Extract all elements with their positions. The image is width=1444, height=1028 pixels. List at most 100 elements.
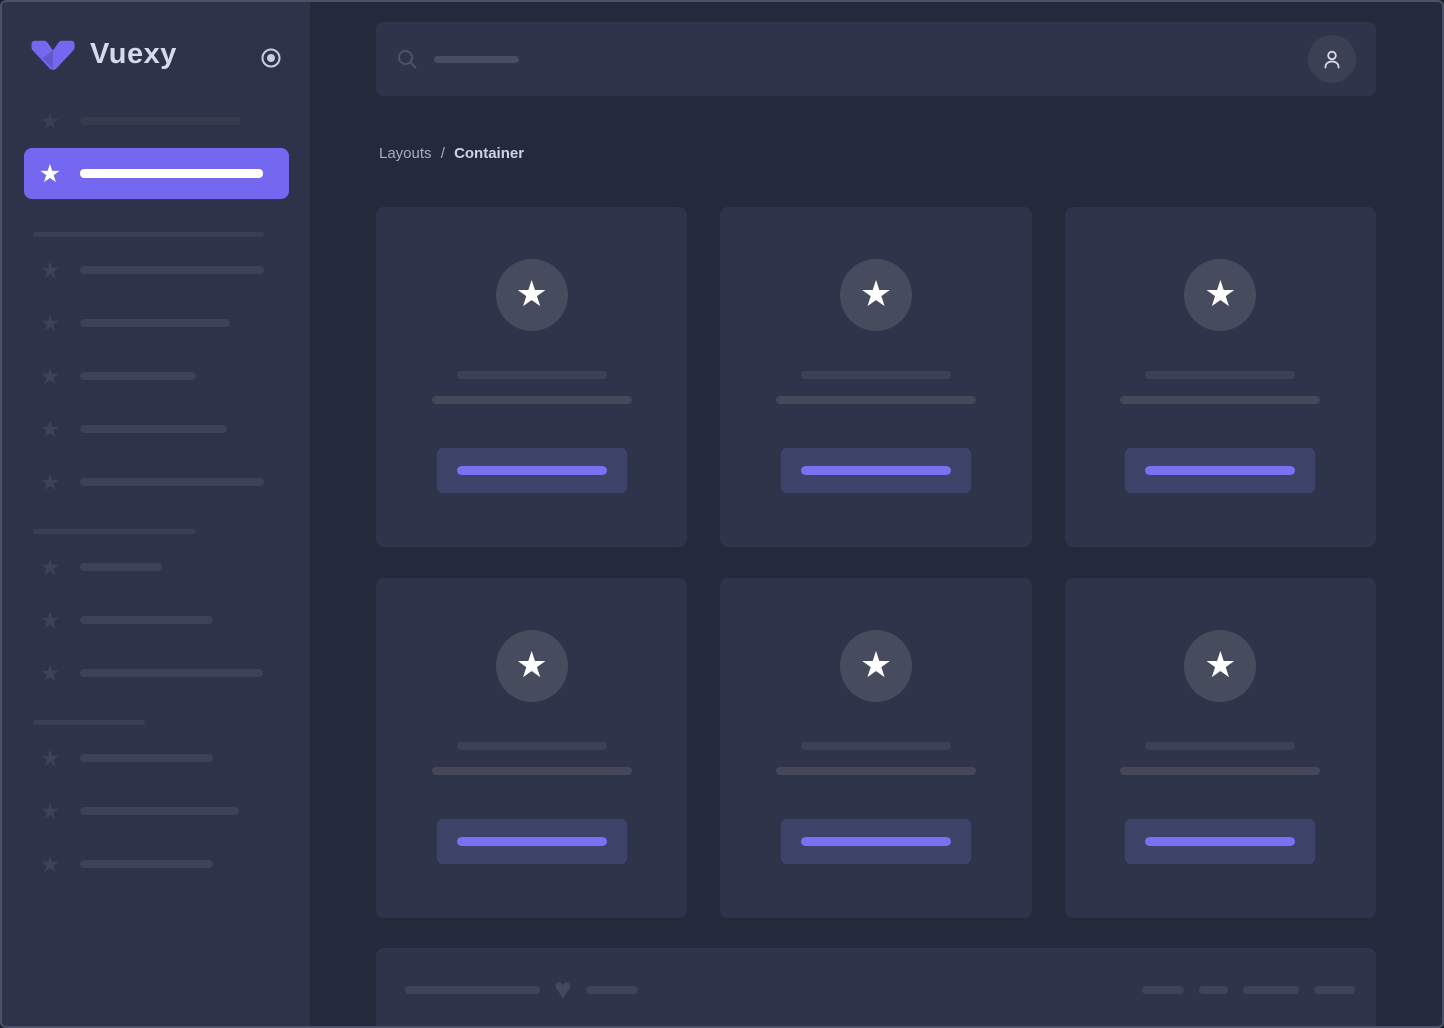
sidebar-menu-item[interactable]: ★ bbox=[24, 797, 289, 825]
card-action-button[interactable] bbox=[436, 819, 627, 864]
star-icon: ★ bbox=[39, 660, 61, 686]
user-avatar[interactable] bbox=[1308, 35, 1356, 83]
card-action-button[interactable] bbox=[436, 448, 627, 493]
footer-left: ♥ bbox=[405, 975, 638, 1005]
sidebar-menu-item[interactable]: ★ bbox=[24, 606, 289, 634]
breadcrumb-current: Container bbox=[454, 145, 525, 162]
sidebar-menu-item[interactable]: ★ bbox=[24, 468, 289, 496]
card-avatar-circle: ★ bbox=[1184, 259, 1257, 331]
placeholder-card: ★ bbox=[376, 578, 688, 918]
sidebar-menu-item[interactable]: ★ bbox=[24, 107, 289, 135]
star-icon: ★ bbox=[39, 108, 61, 134]
placeholder-card: ★ bbox=[1064, 207, 1376, 547]
star-icon: ★ bbox=[38, 159, 62, 188]
menu-label-placeholder bbox=[80, 266, 264, 274]
sidebar-section-header-placeholder bbox=[33, 529, 196, 534]
star-icon: ★ bbox=[39, 851, 61, 877]
menu-label-placeholder bbox=[80, 563, 162, 571]
star-icon: ★ bbox=[39, 798, 61, 824]
star-icon: ★ bbox=[39, 257, 61, 283]
placeholder-card: ★ bbox=[720, 207, 1032, 547]
menu-pin-toggle-icon[interactable] bbox=[260, 47, 282, 69]
sidebar-menu-item[interactable]: ★ bbox=[24, 415, 289, 443]
card-avatar-circle: ★ bbox=[839, 630, 912, 702]
sidebar: Vuexy ★ ★ ★ ★ ★ ★ ★ ★ ★ ★ ★ ★ ★ bbox=[2, 2, 310, 1026]
user-icon bbox=[1324, 50, 1340, 69]
placeholder-card: ★ bbox=[376, 207, 688, 547]
star-icon: ★ bbox=[515, 272, 548, 314]
sidebar-menu-item[interactable]: ★ bbox=[24, 850, 289, 878]
card-grid: ★ ★ ★ ★ ★ ★ bbox=[376, 207, 1376, 918]
brand-name: Vuexy bbox=[90, 38, 177, 70]
button-label-placeholder bbox=[800, 466, 951, 475]
card-title-placeholder bbox=[456, 742, 607, 750]
menu-label-placeholder bbox=[80, 669, 263, 677]
sidebar-section-header-placeholder bbox=[33, 232, 264, 237]
sidebar-menu-item[interactable]: ★ bbox=[24, 553, 289, 581]
star-icon: ★ bbox=[39, 607, 61, 633]
footer-link-placeholder bbox=[1243, 986, 1299, 994]
breadcrumb-separator: / bbox=[440, 145, 445, 162]
star-icon: ★ bbox=[39, 745, 61, 771]
card-avatar-circle: ★ bbox=[495, 630, 568, 702]
search-input[interactable] bbox=[396, 22, 1308, 96]
card-title-placeholder bbox=[800, 371, 951, 379]
card-title-placeholder bbox=[456, 371, 607, 379]
card-subtitle-placeholder bbox=[1120, 767, 1321, 775]
card-title-placeholder bbox=[1145, 742, 1296, 750]
sidebar-menu-item[interactable]: ★ bbox=[24, 148, 289, 199]
button-label-placeholder bbox=[456, 466, 607, 475]
star-icon: ★ bbox=[39, 363, 61, 389]
menu-label-placeholder bbox=[80, 319, 230, 327]
heart-icon: ♥ bbox=[554, 973, 572, 1006]
card-avatar-circle: ★ bbox=[495, 259, 568, 331]
footer-links bbox=[1142, 986, 1355, 994]
star-icon: ★ bbox=[39, 416, 61, 442]
card-subtitle-placeholder bbox=[775, 767, 976, 775]
star-icon: ★ bbox=[859, 272, 893, 314]
app-window: Vuexy ★ ★ ★ ★ ★ ★ ★ ★ ★ ★ ★ ★ ★ Layouts … bbox=[0, 0, 1444, 1028]
breadcrumb-path[interactable]: Layouts bbox=[379, 145, 432, 162]
footer-link-placeholder bbox=[1314, 986, 1355, 994]
sidebar-nav: ★ ★ ★ ★ ★ ★ ★ ★ ★ ★ ★ ★ ★ bbox=[2, 107, 310, 903]
star-icon: ★ bbox=[39, 554, 61, 580]
sidebar-menu-item[interactable]: ★ bbox=[24, 659, 289, 687]
card-action-button[interactable] bbox=[780, 819, 971, 864]
button-label-placeholder bbox=[800, 837, 951, 846]
search-placeholder bbox=[434, 55, 519, 63]
card-avatar-circle: ★ bbox=[839, 259, 912, 331]
card-subtitle-placeholder bbox=[431, 396, 632, 404]
top-bar bbox=[376, 22, 1376, 96]
card-action-button[interactable] bbox=[780, 448, 971, 493]
breadcrumb: Layouts / Container bbox=[379, 145, 524, 162]
brand: Vuexy bbox=[29, 38, 177, 71]
footer-credit-placeholder bbox=[585, 986, 638, 994]
star-icon: ★ bbox=[515, 643, 548, 685]
sidebar-menu-item[interactable]: ★ bbox=[24, 744, 289, 772]
card-action-button[interactable] bbox=[1125, 819, 1316, 864]
star-icon: ★ bbox=[1204, 272, 1237, 314]
sidebar-menu-item[interactable]: ★ bbox=[24, 309, 289, 337]
star-icon: ★ bbox=[859, 643, 893, 685]
star-icon: ★ bbox=[39, 310, 61, 336]
placeholder-card: ★ bbox=[1064, 578, 1376, 918]
footer-copyright-placeholder bbox=[405, 986, 540, 994]
menu-label-placeholder bbox=[80, 169, 263, 178]
menu-label-placeholder bbox=[80, 372, 196, 380]
card-subtitle-placeholder bbox=[775, 396, 976, 404]
footer: ♥ bbox=[376, 948, 1376, 1026]
card-action-button[interactable] bbox=[1125, 448, 1316, 493]
card-subtitle-placeholder bbox=[431, 767, 632, 775]
sidebar-menu-item[interactable]: ★ bbox=[24, 362, 289, 390]
card-title-placeholder bbox=[1145, 371, 1296, 379]
menu-label-placeholder bbox=[80, 616, 213, 624]
sidebar-menu-item[interactable]: ★ bbox=[24, 256, 289, 284]
footer-link-placeholder bbox=[1142, 986, 1184, 994]
search-icon bbox=[398, 50, 417, 69]
sidebar-section-header-placeholder bbox=[33, 720, 145, 725]
star-icon: ★ bbox=[1204, 643, 1237, 685]
star-icon: ★ bbox=[39, 469, 61, 495]
card-title-placeholder bbox=[800, 742, 951, 750]
menu-label-placeholder bbox=[80, 807, 239, 815]
vuexy-logo-icon bbox=[31, 40, 75, 70]
